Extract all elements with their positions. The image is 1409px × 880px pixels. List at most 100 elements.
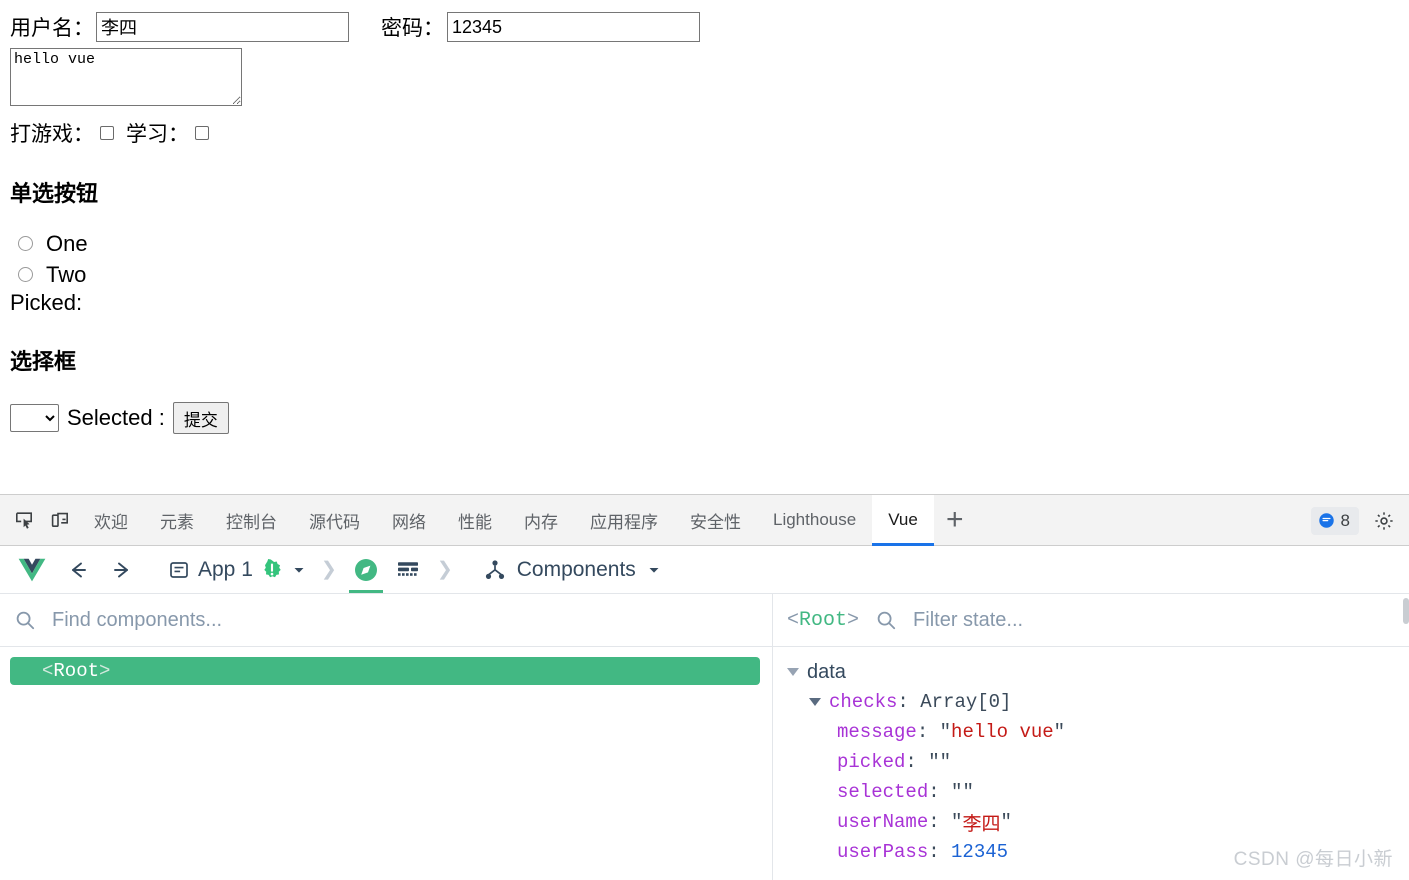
search-icon (16, 611, 35, 630)
tab-welcome[interactable]: 欢迎 (78, 495, 144, 546)
state-group-label: data (807, 660, 846, 683)
radio-group: One Two (0, 228, 1409, 290)
state-entry-message[interactable]: message: " hello vue " (787, 717, 1409, 747)
tab-lighthouse[interactable]: Lighthouse (757, 495, 872, 546)
components-selector[interactable]: Components (483, 547, 662, 593)
find-components-input[interactable] (50, 607, 661, 633)
chip-open-bracket: < (787, 608, 800, 632)
state-group-data[interactable]: data (787, 657, 1409, 687)
add-tab-button[interactable]: + (934, 495, 976, 546)
state-key: message (837, 721, 917, 743)
username-label: 用户名： (10, 17, 94, 40)
study-label: 学习： (126, 123, 189, 146)
tab-memory[interactable]: 内存 (508, 495, 574, 546)
vue-panes: <Root> <Root> (0, 594, 1409, 880)
tab-sources[interactable]: 源代码 (293, 495, 376, 546)
state-value: 12345 (951, 841, 1009, 863)
back-arrow-icon[interactable] (56, 547, 100, 593)
select-row: Selected : 提交 (10, 402, 1409, 434)
vue-logo-icon (8, 547, 56, 593)
tab-security[interactable]: 安全性 (674, 495, 757, 546)
devtools-tabbar: 欢迎 元素 控制台 源代码 网络 性能 内存 应用程序 安全性 Lighthou… (0, 494, 1409, 546)
device-toolbar-icon[interactable] (42, 503, 78, 537)
screenshot-root: 用户名： 密码： hello vue 打游戏： 学习： 单选按钮 One Two (0, 0, 1409, 880)
tag-close-bracket: > (99, 660, 111, 682)
caret-down-icon[interactable] (809, 698, 821, 706)
state-key: userPass (837, 841, 929, 863)
inspect-element-icon[interactable] (6, 503, 42, 537)
radio-option-two[interactable]: Two (18, 259, 1409, 290)
forward-arrow-icon[interactable] (100, 547, 144, 593)
toolbar-separator-icon: ❯ (320, 559, 337, 580)
submit-button[interactable]: 提交 (172, 402, 229, 434)
message-icon (1318, 513, 1334, 528)
filter-state-bar (875, 607, 1409, 633)
username-input[interactable] (96, 12, 349, 42)
radio-section-heading: 单选按钮 (10, 181, 99, 206)
state-key: checks (829, 691, 898, 713)
app-selector[interactable]: App 1 (158, 547, 313, 593)
tab-application[interactable]: 应用程序 (574, 495, 674, 546)
vertical-scrollbar[interactable] (1403, 598, 1409, 624)
app-icon (170, 561, 188, 578)
caret-down-icon[interactable] (787, 668, 799, 676)
tab-performance[interactable]: 性能 (442, 495, 508, 546)
quote-open: " (928, 751, 940, 773)
component-name: Root (53, 660, 100, 682)
chevron-down-icon (649, 567, 659, 573)
tab-network[interactable]: 网络 (376, 495, 442, 546)
state-entry-username[interactable]: userName: " 李四 " (787, 807, 1409, 837)
state-pane: <Root> data (773, 594, 1409, 880)
gear-icon[interactable] (1367, 504, 1401, 538)
quote-open: " (951, 781, 963, 803)
hobby-checkbox-row: 打游戏： 学习： (0, 112, 1409, 148)
components-tree-icon (485, 559, 504, 579)
toolbar-separator-icon: ❯ (436, 559, 453, 580)
tab-console[interactable]: 控制台 (210, 495, 293, 546)
state-entry-checks[interactable]: checks: Array[0] (787, 687, 1409, 717)
state-entry-picked[interactable]: picked: " " (787, 747, 1409, 777)
timeline-tab-icon[interactable] (387, 547, 429, 593)
selected-label: Selected : (67, 405, 165, 430)
state-key: userName (837, 811, 929, 833)
filter-state-input[interactable] (911, 607, 1343, 633)
tab-vue[interactable]: Vue (872, 494, 934, 546)
info-count: 8 (1340, 510, 1350, 530)
quote-close: " (1000, 811, 1012, 833)
components-label: Components (516, 557, 636, 581)
quote-close: " (1053, 721, 1066, 743)
inspector-tab-icon[interactable] (345, 547, 387, 593)
app-name-label: App 1 (198, 557, 253, 581)
state-entry-selected[interactable]: selected: " " (787, 777, 1409, 807)
radio-one-input[interactable] (18, 236, 33, 251)
component-tree-item-root[interactable]: < Root > (10, 657, 760, 685)
state-key: selected (837, 781, 929, 803)
search-icon (877, 611, 896, 630)
state-key: picked (837, 751, 906, 773)
selected-component-chip: <Root> (787, 609, 859, 632)
web-page-content: 用户名： 密码： hello vue 打游戏： 学习： 单选按钮 One Two (0, 0, 1409, 494)
credentials-row: 用户名： 密码： (0, 0, 1409, 42)
tab-elements[interactable]: 元素 (144, 495, 210, 546)
find-components-bar (0, 594, 772, 647)
game-checkbox[interactable] (100, 126, 114, 140)
game-label: 打游戏： (10, 123, 94, 146)
study-checkbox[interactable] (195, 126, 209, 140)
state-value: hello vue (951, 721, 1054, 743)
radio-two-input[interactable] (18, 267, 33, 282)
app-status-badge-icon (264, 558, 281, 577)
password-input[interactable] (447, 12, 700, 42)
option-select[interactable] (10, 404, 59, 432)
components-pane: <Root> (0, 594, 773, 880)
tag-open-bracket: < (42, 660, 54, 682)
chip-close-bracket: > (847, 608, 860, 632)
message-textarea-wrap: hello vue (0, 42, 1409, 112)
select-section-heading: 选择框 (10, 349, 77, 374)
radio-option-one[interactable]: One (18, 228, 1409, 259)
message-textarea[interactable]: hello vue (10, 48, 242, 106)
quote-close: " (939, 751, 952, 773)
info-badge[interactable]: 8 (1310, 506, 1359, 535)
vue-devtools-toolbar: App 1 ❯ ❯ Components (0, 546, 1409, 624)
watermark: CSDN @每日小新 (1233, 849, 1393, 870)
component-tree: < Root > (0, 647, 772, 685)
